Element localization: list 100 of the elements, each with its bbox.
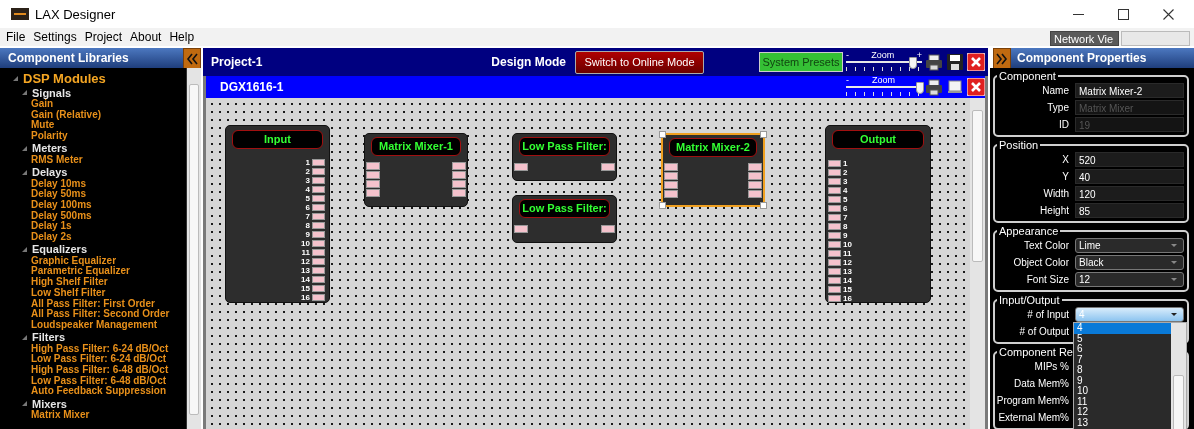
port[interactable]: [452, 179, 466, 188]
input-field[interactable]: Matrix Mixer-2: [1075, 83, 1184, 98]
input-field[interactable]: 120: [1075, 186, 1184, 201]
port[interactable]: [366, 188, 380, 197]
dropdown[interactable]: Black: [1075, 255, 1184, 270]
menu-item[interactable]: File: [2, 29, 30, 46]
dropdown-option[interactable]: 6: [1074, 344, 1171, 355]
expander-icon[interactable]: [21, 89, 28, 96]
tree-item[interactable]: High Pass Filter: 6-24 dB/Oct: [0, 343, 186, 355]
input-field[interactable]: 40: [1075, 169, 1184, 184]
tree-item[interactable]: Equalizers: [32, 243, 88, 256]
expander-icon[interactable]: [21, 144, 28, 152]
tree-item[interactable]: Delay 2s: [0, 232, 186, 243]
design-canvas[interactable]: Input 1 2 3 4 5 6 7 8 9 10 11 12 13 14 15 16 Matrix Mixer-1 Low Pass Filter: Low Pass Filter: Matrix Mixer-2 Output 1 2 3 4 5 6 7 8 9 10 11 12 13 14 15 16: [206, 98, 970, 429]
port[interactable]: [748, 180, 762, 189]
resize-handle[interactable]: [659, 131, 666, 138]
port[interactable]: [748, 162, 762, 171]
port[interactable]: [366, 161, 380, 170]
port[interactable]: [514, 224, 528, 233]
expander-icon[interactable]: [12, 74, 19, 82]
menu-item[interactable]: Settings: [29, 29, 81, 46]
slider-thumb[interactable]: [908, 57, 917, 70]
resize-handle[interactable]: [760, 131, 767, 138]
dropdown-option[interactable]: 9: [1074, 375, 1171, 386]
input-field[interactable]: 85: [1075, 203, 1184, 218]
tree-item[interactable]: Delays: [32, 166, 68, 178]
dropdown-option[interactable]: 5: [1074, 333, 1171, 344]
tree-item[interactable]: Low Pass Filter: 6-24 dB/Oct: [0, 354, 186, 366]
printer-icon[interactable]: [925, 53, 943, 71]
port[interactable]: [452, 188, 466, 197]
tree-item[interactable]: Delay 10ms: [0, 178, 186, 190]
expander-icon[interactable]: [21, 333, 28, 341]
dropdown-option[interactable]: 12: [1074, 407, 1171, 418]
maximize-icon[interactable]: [1118, 8, 1129, 20]
expand-button[interactable]: [993, 48, 1011, 69]
filter-block[interactable]: Low Pass Filter:: [512, 195, 617, 243]
filter-block[interactable]: Low Pass Filter:: [512, 133, 617, 181]
view-tab[interactable]: Network Vie: [1050, 31, 1119, 46]
tree-item[interactable]: Parametric Equalizer: [0, 266, 186, 278]
port[interactable]: [366, 179, 380, 188]
port[interactable]: [601, 162, 615, 171]
input-field[interactable]: 520: [1075, 152, 1184, 167]
tree-item[interactable]: RMS Meter: [0, 154, 186, 166]
port[interactable]: [748, 171, 762, 180]
tree-item[interactable]: Delay 1s: [0, 221, 186, 233]
tree-item[interactable]: Mixers: [32, 397, 67, 410]
tree-item[interactable]: DSP Modules: [23, 70, 106, 86]
resize-handle[interactable]: [659, 202, 666, 209]
port[interactable]: [601, 224, 615, 233]
tree-item[interactable]: Gain: [0, 99, 186, 110]
tree-item[interactable]: Gain (Relative): [0, 109, 186, 121]
tree-item[interactable]: Meters: [32, 142, 68, 155]
scrollbar[interactable]: [1171, 323, 1186, 429]
dropdown-option[interactable]: 11: [1074, 396, 1171, 407]
expander-icon[interactable]: [21, 168, 28, 176]
tree-item[interactable]: Graphic Equalizer: [0, 255, 186, 267]
close-icon[interactable]: [1163, 8, 1174, 20]
expander-icon[interactable]: [21, 400, 28, 408]
tree-item[interactable]: Delay 500ms: [0, 210, 186, 222]
system-presets-button[interactable]: System Presets: [759, 52, 843, 72]
switch-mode-button[interactable]: Switch to Online Mode: [575, 50, 704, 74]
tree-item[interactable]: Signals: [32, 86, 72, 99]
port[interactable]: [664, 180, 678, 189]
tree-item[interactable]: Loudspeaker Management: [0, 319, 186, 331]
tree-item[interactable]: High Pass Filter: 6-48 dB/Oct: [0, 365, 186, 376]
menu-item[interactable]: About: [126, 29, 166, 46]
port[interactable]: [664, 171, 678, 180]
mixer-block[interactable]: Matrix Mixer-1: [364, 133, 468, 207]
dropdown-option[interactable]: 8: [1074, 365, 1171, 376]
tree-item[interactable]: High Shelf Filter: [0, 277, 186, 288]
slider-thumb[interactable]: [915, 82, 924, 95]
save-icon[interactable]: [946, 53, 964, 71]
tree-item[interactable]: Low Pass Filter: 6-48 dB/Oct: [0, 375, 186, 387]
tree-item[interactable]: Filters: [32, 331, 65, 344]
menu-item[interactable]: Project: [80, 29, 127, 46]
port[interactable]: [748, 189, 762, 198]
dropdown-option[interactable]: 7: [1074, 354, 1171, 365]
printer-icon[interactable]: [925, 78, 943, 96]
tree-item[interactable]: Low Shelf Filter: [0, 287, 186, 299]
tree-item[interactable]: Delay 50ms: [0, 189, 186, 200]
mixer-block[interactable]: Matrix Mixer-2: [661, 133, 765, 207]
window-icon[interactable]: [946, 78, 964, 96]
scrollbar[interactable]: [186, 68, 201, 429]
tree-item[interactable]: All Pass Filter: Second Order: [0, 309, 186, 320]
port[interactable]: [514, 162, 528, 171]
dropdown[interactable]: Lime: [1075, 238, 1184, 253]
port[interactable]: [366, 170, 380, 179]
dropdown-option[interactable]: 13: [1074, 417, 1171, 428]
port[interactable]: [664, 189, 678, 198]
dropdown-option[interactable]: 4: [1074, 323, 1171, 334]
tree-item[interactable]: Auto Feedback Suppression: [0, 386, 186, 398]
scrollbar[interactable]: [970, 98, 985, 429]
dropdown[interactable]: 12: [1075, 272, 1184, 287]
port[interactable]: [452, 170, 466, 179]
resize-handle[interactable]: [760, 202, 767, 209]
dropdown-option[interactable]: 10: [1074, 386, 1171, 397]
tree-item[interactable]: All Pass Filter: First Order: [0, 298, 186, 310]
menu-item[interactable]: Help: [165, 29, 199, 46]
tree-item[interactable]: Matrix Mixer: [0, 410, 186, 421]
tree-item[interactable]: Polarity: [0, 131, 186, 142]
